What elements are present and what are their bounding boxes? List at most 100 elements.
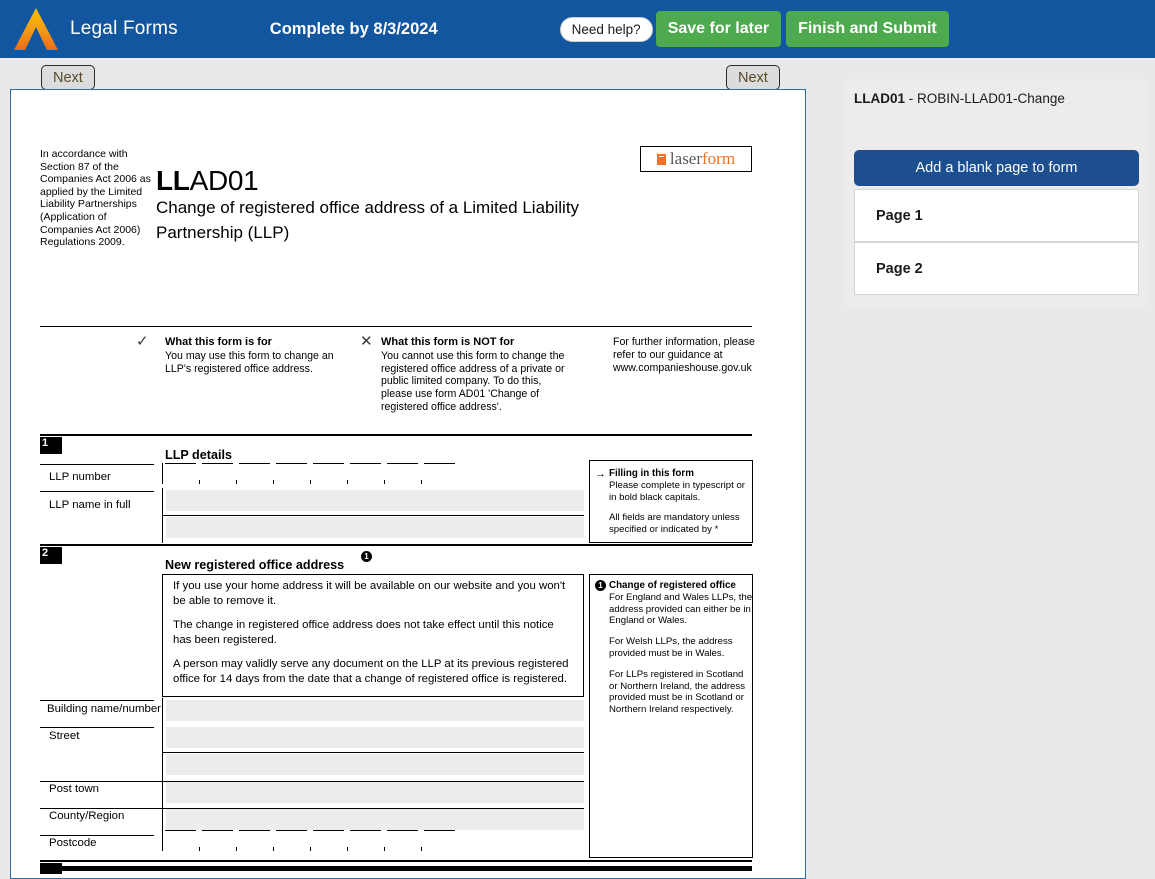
postcode-cell[interactable] (384, 830, 421, 851)
laserform-mark-icon (656, 153, 666, 165)
what-form-is-for-body: You may use this form to change an LLP's… (165, 349, 334, 375)
llp-number-cell[interactable] (384, 463, 421, 484)
llp-number-label: LLP number (49, 471, 111, 483)
add-blank-page-button[interactable]: Add a blank page to form (854, 150, 1139, 186)
street-label: Street (49, 730, 80, 742)
registered-office-note-p2: For Welsh LLPs, the address provided mus… (609, 636, 733, 659)
what-form-is-not-for: What this form is NOT for You cannot use… (381, 336, 567, 414)
sidebar-page-label: Page 2 (876, 260, 923, 277)
street-input-2[interactable] (166, 754, 584, 775)
filling-in-note-heading: Filling in this form (609, 468, 694, 479)
registered-office-note: Change of registered office For England a… (609, 580, 753, 716)
street-divider (162, 752, 584, 753)
form-page-canvas[interactable]: In accordance with Section 87 of the Com… (10, 89, 806, 879)
cross-icon: ✕ (360, 333, 373, 350)
building-name-number-input[interactable] (166, 700, 584, 721)
form-code-bold: LL (156, 165, 190, 196)
county-region-input[interactable] (166, 809, 584, 830)
form-subtitle: Change of registered office address of a… (156, 198, 580, 242)
postcode-cell[interactable] (162, 830, 199, 851)
section-1-number: 1 (40, 437, 62, 454)
next-button-right[interactable]: Next (726, 65, 780, 90)
laserform-word-form: form (702, 149, 736, 168)
llp-number-cell[interactable] (273, 463, 310, 484)
laserform-logo: laser form (640, 146, 752, 172)
section-3-bar (40, 866, 752, 871)
what-form-is-for-heading: What this form is for (165, 336, 272, 348)
next-button-left[interactable]: Next (41, 65, 95, 90)
section-3-number-block (40, 863, 62, 874)
registered-office-note-marker: 1 (595, 580, 606, 591)
form-code-title: LLAD01 (156, 165, 259, 196)
llp-number-cell[interactable] (199, 463, 236, 484)
postcode-cell[interactable] (421, 830, 458, 851)
filling-in-note-p1: Please complete in typescript or in bold… (609, 479, 745, 503)
building-name-number-label: Building name/number (47, 703, 161, 715)
llp-number-cell[interactable] (421, 463, 458, 484)
street-rule-top (40, 727, 154, 728)
county-region-label: County/Region (49, 810, 125, 822)
save-for-later-button[interactable]: Save for later (655, 11, 782, 47)
section-2-note-marker: 1 (361, 551, 372, 562)
post-town-input[interactable] (166, 782, 584, 803)
what-form-is-not-for-body: You cannot use this form to change the r… (381, 349, 565, 413)
llp-number-input[interactable] (162, 463, 458, 484)
sidebar-form-title: LLAD01 - ROBIN-LLAD01-Change (854, 91, 1065, 106)
postcode-cell[interactable] (236, 830, 273, 851)
arrow-right-icon: → (595, 468, 606, 480)
sidebar-page-item-2[interactable]: Page 2 (854, 242, 1139, 295)
divider-section3-top (40, 860, 752, 862)
finish-and-submit-button[interactable]: Finish and Submit (786, 11, 949, 47)
section-2-p3: A person may validly serve any document … (173, 658, 569, 685)
brand-name: Legal Forms (70, 18, 178, 39)
post-town-left-rule (162, 780, 163, 807)
postcode-cell[interactable] (199, 830, 236, 851)
postcode-input[interactable] (162, 830, 458, 851)
form-code-light: AD01 (189, 165, 259, 196)
section-2-heading: New registered office address (165, 558, 345, 572)
sidebar-page-item-1[interactable]: Page 1 (854, 189, 1139, 242)
divider-section2-top (40, 544, 752, 546)
llp-number-cell[interactable] (310, 463, 347, 484)
app-header: Legal Forms Complete by 8/3/2024 Need he… (0, 0, 1155, 58)
postcode-cell[interactable] (273, 830, 310, 851)
section-2-p2: The change in registered office address … (173, 619, 554, 646)
section-2-p1: If you use your home address it will be … (173, 580, 566, 607)
postcode-cell[interactable] (310, 830, 347, 851)
llp-number-cell[interactable] (347, 463, 384, 484)
llp-number-cell[interactable] (236, 463, 273, 484)
section-2-number: 2 (40, 547, 62, 564)
street-input-1[interactable] (166, 727, 584, 748)
postcode-cell[interactable] (347, 830, 384, 851)
what-form-is-for: What this form is for You may use this f… (165, 336, 355, 375)
sidebar-separator: - (905, 91, 918, 106)
need-help-button[interactable]: Need help? (559, 16, 653, 42)
post-town-label: Post town (49, 783, 100, 795)
further-information: For further information, please refer to… (613, 336, 755, 374)
postcode-rule-top (40, 835, 154, 836)
legal-forms-logo-icon (10, 5, 62, 53)
section-2-body: If you use your home address it will be … (173, 579, 573, 687)
llp-name-rule-top (40, 491, 154, 492)
sidebar-form-code: LLAD01 (854, 91, 906, 106)
llp-name-label: LLP name in full (49, 499, 131, 511)
divider-section1-top (40, 434, 752, 436)
in-accordance-text: In accordance with Section 87 of the Com… (40, 148, 151, 249)
llp-name-input-1[interactable] (166, 490, 584, 511)
filling-in-this-form-note: Filling in this form Please complete in t… (609, 468, 749, 536)
postcode-label: Postcode (49, 837, 97, 849)
deadline-text: Complete by 8/3/2024 (269, 19, 438, 38)
section-1-heading: LLP details (165, 448, 232, 462)
divider-top (40, 326, 752, 327)
registered-office-note-p3: For LLPs registered in Scotland or North… (609, 668, 745, 716)
llp-number-cell[interactable] (162, 463, 199, 484)
pages-sidebar: LLAD01 - ROBIN-LLAD01-Change Add a blank… (845, 79, 1147, 307)
registered-office-note-p1: For England and Wales LLPs, the address … (609, 591, 753, 627)
registered-office-note-heading: Change of registered office (609, 580, 736, 591)
sidebar-page-label: Page 1 (876, 207, 923, 224)
checkmark-icon: ✓ (136, 333, 149, 350)
what-form-is-not-for-heading: What this form is NOT for (381, 336, 515, 348)
llp-name-input-2[interactable] (166, 517, 584, 538)
building-rule-top (40, 700, 154, 701)
filling-in-note-p2: All fields are mandatory unless specifie… (609, 512, 740, 536)
